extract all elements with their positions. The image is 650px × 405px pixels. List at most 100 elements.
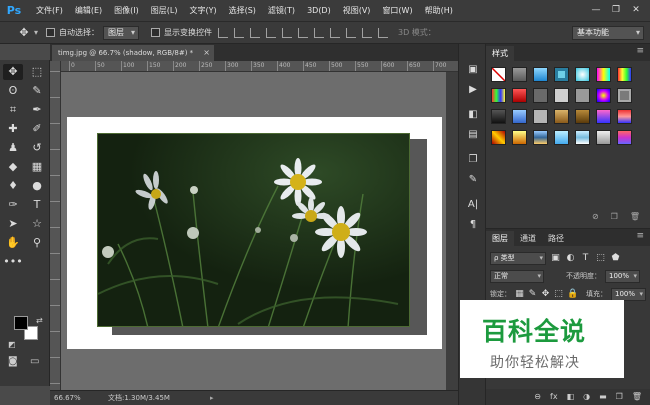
vertical-scrollbar[interactable] xyxy=(446,72,458,390)
lasso-tool-icon[interactable]: ʘ xyxy=(3,83,23,99)
adjustment-filter-icon[interactable]: ◐ xyxy=(565,253,576,263)
tab-channels[interactable]: 通道 xyxy=(514,231,542,246)
style-swatch[interactable] xyxy=(512,67,527,82)
screen-mode-icon[interactable]: ▭ xyxy=(30,356,39,367)
add-mask-icon[interactable]: ◧ xyxy=(567,389,575,405)
brush-tool-icon[interactable]: ✐ xyxy=(27,121,47,137)
default-colors-icon[interactable]: ◩ xyxy=(8,340,16,349)
style-swatch[interactable] xyxy=(617,88,632,103)
flower-photo[interactable] xyxy=(97,133,410,327)
new-group-icon[interactable]: ▬ xyxy=(599,389,607,405)
layer-style-icon[interactable]: fx xyxy=(550,389,558,405)
style-swatch[interactable] xyxy=(533,67,548,82)
type-tool-icon[interactable]: T xyxy=(27,197,47,213)
foreground-color-swatch[interactable] xyxy=(14,316,28,330)
type-filter-icon[interactable]: T xyxy=(580,253,591,263)
menu-select[interactable]: 选择(S) xyxy=(223,5,262,16)
new-layer-icon[interactable]: ❐ xyxy=(616,389,623,405)
align-left-icon[interactable] xyxy=(266,27,277,38)
chevron-down-icon[interactable]: ▾ xyxy=(34,28,38,37)
style-swatch[interactable] xyxy=(596,88,611,103)
show-transform-checkbox-box[interactable] xyxy=(151,28,161,37)
crop-tool-icon[interactable]: ⌗ xyxy=(3,102,23,118)
smart-object-filter-icon[interactable]: ⬟ xyxy=(610,253,621,263)
style-swatch[interactable] xyxy=(533,109,548,124)
zoom-tool-icon[interactable]: ⚲ xyxy=(27,235,47,251)
menu-layer[interactable]: 图层(L) xyxy=(145,5,184,16)
distribute-right-icon[interactable] xyxy=(378,27,389,38)
paragraph-panel-icon[interactable]: ¶ xyxy=(463,217,483,232)
zoom-level[interactable]: 66.67% xyxy=(54,391,81,405)
style-swatch[interactable] xyxy=(512,88,527,103)
pixel-filter-icon[interactable]: ▣ xyxy=(550,253,561,263)
auto-select-checkbox-box[interactable] xyxy=(46,28,56,37)
style-swatch[interactable] xyxy=(575,130,590,145)
style-swatch[interactable] xyxy=(617,67,632,82)
lock-transparent-icon[interactable]: ▦ xyxy=(515,289,524,299)
style-swatch[interactable] xyxy=(596,67,611,82)
align-hcenter-icon[interactable] xyxy=(282,27,293,38)
layer-filter-dropdown[interactable]: ρ 类型 xyxy=(490,251,546,265)
brush-presets-icon[interactable]: ✎ xyxy=(463,172,483,187)
menu-help[interactable]: 帮助(H) xyxy=(419,5,459,16)
tab-layers[interactable]: 图层 xyxy=(486,231,514,246)
move-tool-preset-icon[interactable]: ✥ xyxy=(14,25,34,41)
path-select-tool-icon[interactable]: ➤ xyxy=(3,216,23,232)
document-canvas[interactable] xyxy=(67,117,442,349)
tab-paths[interactable]: 路径 xyxy=(542,231,570,246)
menu-filter[interactable]: 滤镜(T) xyxy=(262,5,301,16)
close-tab-icon[interactable]: × xyxy=(203,45,210,61)
actions-panel-icon[interactable]: ▶ xyxy=(463,82,483,97)
move-tool-icon[interactable]: ✥ xyxy=(3,64,23,80)
shape-filter-icon[interactable]: ⬚ xyxy=(595,253,606,263)
eraser-tool-icon[interactable]: ◆ xyxy=(3,159,23,175)
distribute-left-icon[interactable] xyxy=(362,27,373,38)
history-panel-icon[interactable]: ▣ xyxy=(463,62,483,77)
style-swatch[interactable] xyxy=(554,88,569,103)
history-brush-tool-icon[interactable]: ↺ xyxy=(27,140,47,156)
style-swatch[interactable] xyxy=(575,88,590,103)
align-top-icon[interactable] xyxy=(218,27,229,38)
lock-artboard-icon[interactable]: ⬚ xyxy=(554,289,563,299)
lock-pixels-icon[interactable]: ✎ xyxy=(528,289,537,299)
menu-file[interactable]: 文件(F) xyxy=(30,5,69,16)
menu-view[interactable]: 视图(V) xyxy=(337,5,377,16)
distribute-center-icon[interactable] xyxy=(330,27,341,38)
distribute-bottom-icon[interactable] xyxy=(346,27,357,38)
blend-mode-dropdown[interactable]: 正常 xyxy=(490,269,544,283)
opacity-field[interactable]: 100% xyxy=(605,269,641,283)
menu-type[interactable]: 文字(Y) xyxy=(183,5,222,16)
styles-panel-menu-icon[interactable]: ≡ xyxy=(636,46,644,56)
style-swatch[interactable] xyxy=(533,130,548,145)
style-swatch[interactable] xyxy=(491,109,506,124)
quick-mask-icon[interactable]: ◙ xyxy=(8,356,18,367)
style-swatch[interactable] xyxy=(617,109,632,124)
blur-tool-icon[interactable]: ♦ xyxy=(3,178,23,194)
status-menu-arrow-icon[interactable]: ▸ xyxy=(210,391,214,405)
clone-source-icon[interactable]: ❐ xyxy=(463,152,483,167)
style-swatch[interactable] xyxy=(512,109,527,124)
minimize-button[interactable]: — xyxy=(588,3,604,17)
menu-image[interactable]: 图像(I) xyxy=(108,5,145,16)
healing-tool-icon[interactable]: ✚ xyxy=(3,121,23,137)
hand-tool-icon[interactable]: ✋ xyxy=(3,235,23,251)
canvas-workspace[interactable] xyxy=(61,72,458,390)
pen-tool-icon[interactable]: ✑ xyxy=(3,197,23,213)
style-swatch[interactable] xyxy=(554,67,569,82)
lock-all-icon[interactable]: 🔒 xyxy=(567,289,578,299)
dodge-tool-icon[interactable]: ● xyxy=(27,178,47,194)
show-transform-checkbox[interactable]: 显示变换控件 xyxy=(151,27,212,38)
style-swatch[interactable] xyxy=(554,130,569,145)
marquee-tool-icon[interactable]: ⬚ xyxy=(27,64,47,80)
adjustments-panel-icon[interactable]: ▤ xyxy=(463,127,483,142)
align-vcenter-icon[interactable] xyxy=(234,27,245,38)
menu-edit[interactable]: 编辑(E) xyxy=(69,5,108,16)
stamp-tool-icon[interactable]: ♟ xyxy=(3,140,23,156)
style-swatch[interactable] xyxy=(491,88,506,103)
document-tab[interactable]: timg.jpg @ 66.7% (shadow, RGB/8#) * × xyxy=(52,45,214,61)
menu-window[interactable]: 窗口(W) xyxy=(376,5,418,16)
properties-panel-icon[interactable]: ◧ xyxy=(463,107,483,122)
tab-styles[interactable]: 样式 xyxy=(486,46,514,61)
style-swatch[interactable] xyxy=(596,109,611,124)
style-swatch[interactable] xyxy=(575,109,590,124)
